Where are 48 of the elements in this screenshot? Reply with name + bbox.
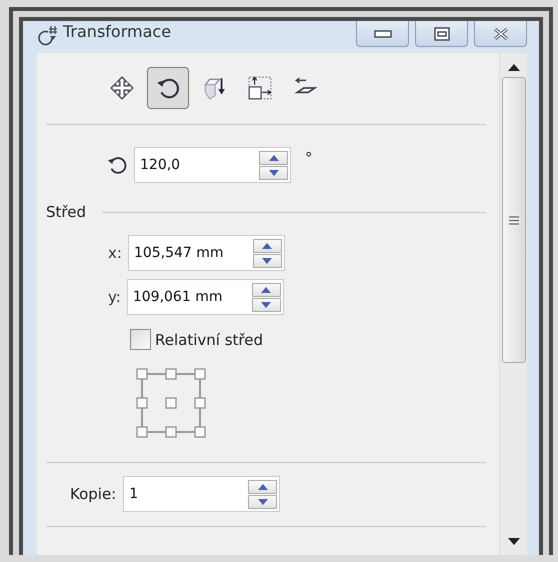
input-field[interactable]: 105,547 mm <box>128 238 253 268</box>
down-arrow-icon <box>261 302 272 308</box>
grip-icon <box>508 216 518 224</box>
spin-up-button[interactable] <box>252 282 281 296</box>
anchor-grid[interactable] <box>136 368 206 438</box>
spin-box[interactable]: 109,061 mm <box>126 279 284 315</box>
up-arrow-icon <box>258 484 268 490</box>
spin-box[interactable]: 120,0 <box>134 147 291 183</box>
rotate-icon <box>106 154 128 176</box>
input-field[interactable]: 120,0 <box>135 150 259 180</box>
checkbox[interactable] <box>130 329 151 350</box>
checkbox-label: Relativní střed <box>155 330 263 348</box>
input-field[interactable]: 1 <box>124 479 248 509</box>
spin-box[interactable]: 105,547 mm <box>128 235 285 271</box>
section-heading: Střed <box>46 203 86 221</box>
size-icon <box>247 75 273 101</box>
up-arrow-icon <box>268 154 278 160</box>
spin-box[interactable]: 1 <box>123 476 280 512</box>
maximize-button[interactable] <box>415 21 468 47</box>
scroll-down-icon[interactable] <box>508 538 520 545</box>
field-label: x: <box>108 244 122 262</box>
close-button[interactable] <box>474 21 527 47</box>
down-arrow-icon <box>262 258 272 264</box>
tool-button[interactable] <box>147 67 189 109</box>
spin-down-button[interactable] <box>252 254 282 268</box>
up-arrow-icon <box>261 286 272 292</box>
close-icon <box>492 26 510 40</box>
transform-icon <box>37 24 59 46</box>
field-label: y: <box>108 288 121 306</box>
window-title: Transformace <box>63 22 172 41</box>
down-arrow-icon <box>258 498 268 504</box>
position-icon <box>109 75 135 101</box>
spin-down-button[interactable] <box>248 494 278 508</box>
spin-up-button[interactable] <box>259 150 288 164</box>
field-label: Kopie: <box>70 485 116 503</box>
spin-down-button[interactable] <box>259 166 288 180</box>
scroll-up-icon[interactable] <box>508 64 520 71</box>
spin-down-button[interactable] <box>252 298 281 312</box>
minimize-button[interactable] <box>356 21 409 47</box>
input-field[interactable]: 109,061 mm <box>128 282 252 312</box>
scrollbar-thumb[interactable] <box>502 77 526 363</box>
up-arrow-icon <box>262 242 272 248</box>
minimize-icon <box>374 30 392 38</box>
spin-up-button[interactable] <box>252 238 282 252</box>
spin-up-button[interactable] <box>248 480 278 494</box>
down-arrow-icon <box>268 170 278 176</box>
maximize-icon <box>434 26 450 40</box>
unit-label: ° <box>305 149 312 167</box>
